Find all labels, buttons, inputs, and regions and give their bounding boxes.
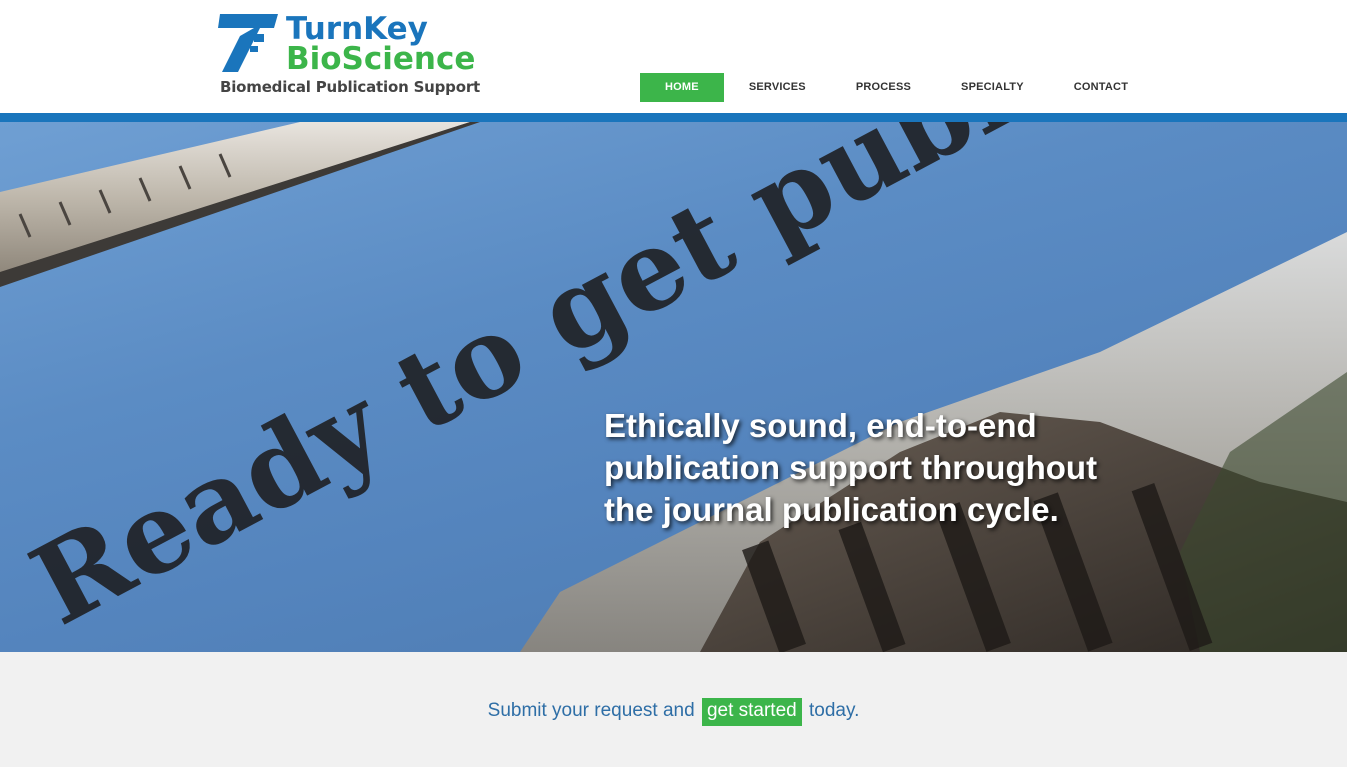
nav-item-contact[interactable]: CONTACT [1049,73,1153,102]
cta-section: Submit your request and get started toda… [0,652,1347,767]
cta-text: Submit your request and get started toda… [0,698,1347,726]
main-nav: HOME SERVICES PROCESS SPECIALTY CONTACT [640,73,1153,102]
hero-typewriter-image: Ready to get published [0,122,1347,652]
brand-logo[interactable]: TurnKey BioScience Biomedical Publicatio… [214,12,494,102]
site-header: TurnKey BioScience Biomedical Publicatio… [0,0,1347,113]
brand-name-line2: BioScience [286,41,476,77]
nav-item-services[interactable]: SERVICES [724,73,831,102]
header-accent-bar [0,113,1347,122]
hero-headline: Ethically sound, end-to-end publication … [604,405,1164,531]
nav-item-process[interactable]: PROCESS [831,73,936,102]
hero-headline-line3: the journal publication cycle. [604,491,1059,528]
nav-item-specialty[interactable]: SPECIALTY [936,73,1049,102]
nav-item-home[interactable]: HOME [640,73,724,102]
hero-banner: Ready to get published Ethically sound, … [0,122,1347,652]
hero-headline-line2: publication support throughout [604,449,1098,486]
cta-text-after: today. [803,700,860,721]
get-started-button[interactable]: get started [701,698,802,726]
hero-headline-line1: Ethically sound, end-to-end [604,407,1037,444]
brand-tagline: Biomedical Publication Support [220,78,480,96]
turnkey-logo-icon [218,14,278,72]
cta-text-before: Submit your request and [487,700,700,721]
